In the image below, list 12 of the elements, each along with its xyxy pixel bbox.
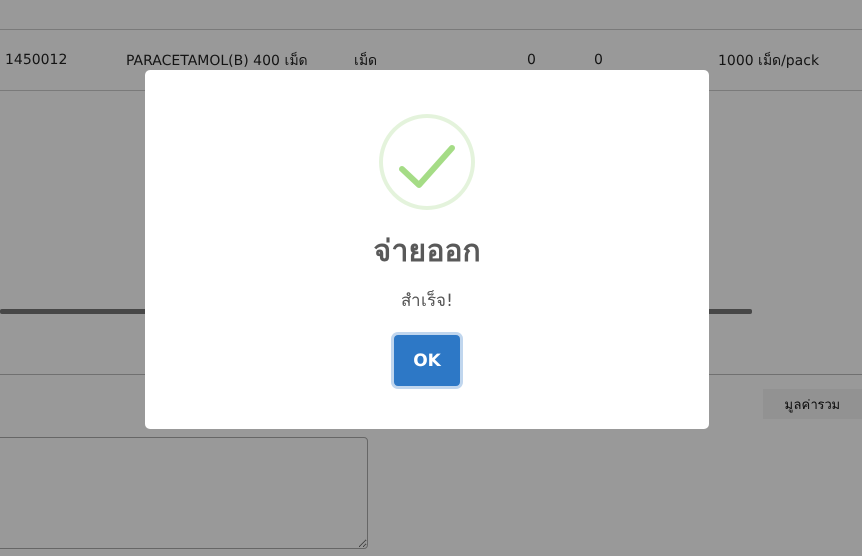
table-cell-text: เม็ด	[353, 50, 378, 71]
table-cell-text: 0	[593, 52, 604, 68]
table-cell-text: 1450012	[4, 52, 68, 68]
dialog-message: สำเร็จ!	[401, 289, 453, 313]
ok-button[interactable]: OK	[394, 335, 460, 386]
success-check-icon	[378, 113, 476, 211]
dialog-title: จ่ายออก	[374, 233, 480, 271]
table-cell-text: 1000 เม็ด/pack	[717, 50, 820, 71]
table-cell-text: 0	[526, 52, 537, 68]
table-cell-text: PARACETAMOL(B) 400 เม็ด	[125, 50, 308, 71]
total-label: มูลค่ารวม	[763, 389, 862, 419]
text-area[interactable]	[0, 437, 368, 549]
